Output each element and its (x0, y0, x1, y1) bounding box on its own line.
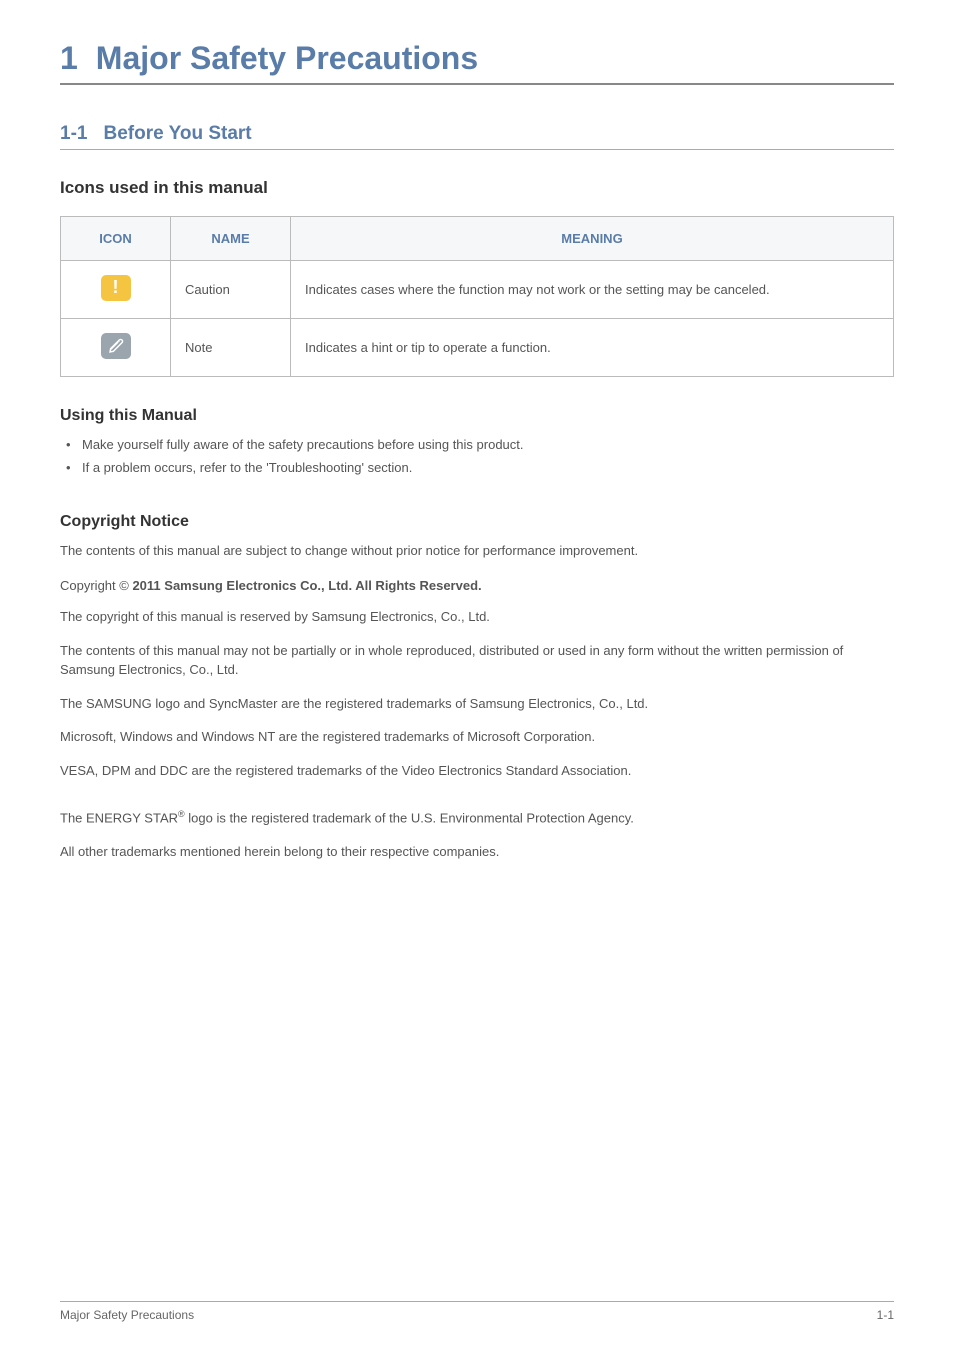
section-title-text: Before You Start (103, 123, 251, 144)
table-row: Caution Indicates cases where the functi… (61, 261, 894, 319)
page-footer: Major Safety Precautions 1-1 (60, 1301, 894, 1322)
icon-cell-note (61, 319, 171, 377)
table-header-icon: ICON (61, 217, 171, 261)
table-row: Note Indicates a hint or tip to operate … (61, 319, 894, 377)
energy-star-suffix: logo is the registered trademark of the … (185, 810, 634, 825)
copyright-intro: The contents of this manual are subject … (60, 541, 894, 561)
icon-cell-caution (61, 261, 171, 319)
copyright-p5: VESA, DPM and DDC are the registered tra… (60, 761, 894, 781)
chapter-title: 1 Major Safety Precautions (60, 40, 894, 85)
using-manual-list: Make yourself fully aware of the safety … (60, 435, 894, 479)
table-header-name: NAME (171, 217, 291, 261)
registered-symbol: ® (178, 809, 185, 819)
copyright-p1: The copyright of this manual is reserved… (60, 607, 894, 627)
energy-star-prefix: The ENERGY STAR (60, 810, 178, 825)
copyright-p4: Microsoft, Windows and Windows NT are th… (60, 727, 894, 747)
icons-table: ICON NAME MEANING Caution Indicates case… (60, 216, 894, 377)
energy-star-line: The ENERGY STAR® logo is the registered … (60, 808, 894, 828)
note-icon (101, 333, 131, 359)
chapter-number: 1 (60, 40, 78, 76)
icon-name-caution: Caution (171, 261, 291, 319)
list-item: Make yourself fully aware of the safety … (60, 435, 894, 456)
copyright-line: Copyright © 2011 Samsung Electronics Co.… (60, 578, 894, 593)
icons-heading: Icons used in this manual (60, 178, 894, 198)
chapter-title-text: Major Safety Precautions (96, 40, 478, 76)
copyright-prefix: Copyright © (60, 578, 132, 593)
using-manual-heading: Using this Manual (60, 407, 894, 425)
icon-meaning-note: Indicates a hint or tip to operate a fun… (291, 319, 894, 377)
copyright-p3: The SAMSUNG logo and SyncMaster are the … (60, 694, 894, 714)
footer-left: Major Safety Precautions (60, 1308, 194, 1322)
caution-icon (101, 275, 131, 301)
icon-meaning-caution: Indicates cases where the function may n… (291, 261, 894, 319)
footer-right: 1-1 (877, 1308, 894, 1322)
icon-name-note: Note (171, 319, 291, 377)
table-header-meaning: MEANING (291, 217, 894, 261)
section-title: 1-1 Before You Start (60, 123, 894, 150)
copyright-p2: The contents of this manual may not be p… (60, 641, 894, 680)
copyright-heading: Copyright Notice (60, 513, 894, 531)
copyright-bold: 2011 Samsung Electronics Co., Ltd. All R… (132, 578, 481, 593)
list-item: If a problem occurs, refer to the 'Troub… (60, 458, 894, 479)
section-number: 1-1 (60, 123, 87, 144)
trademarks-other: All other trademarks mentioned herein be… (60, 842, 894, 862)
